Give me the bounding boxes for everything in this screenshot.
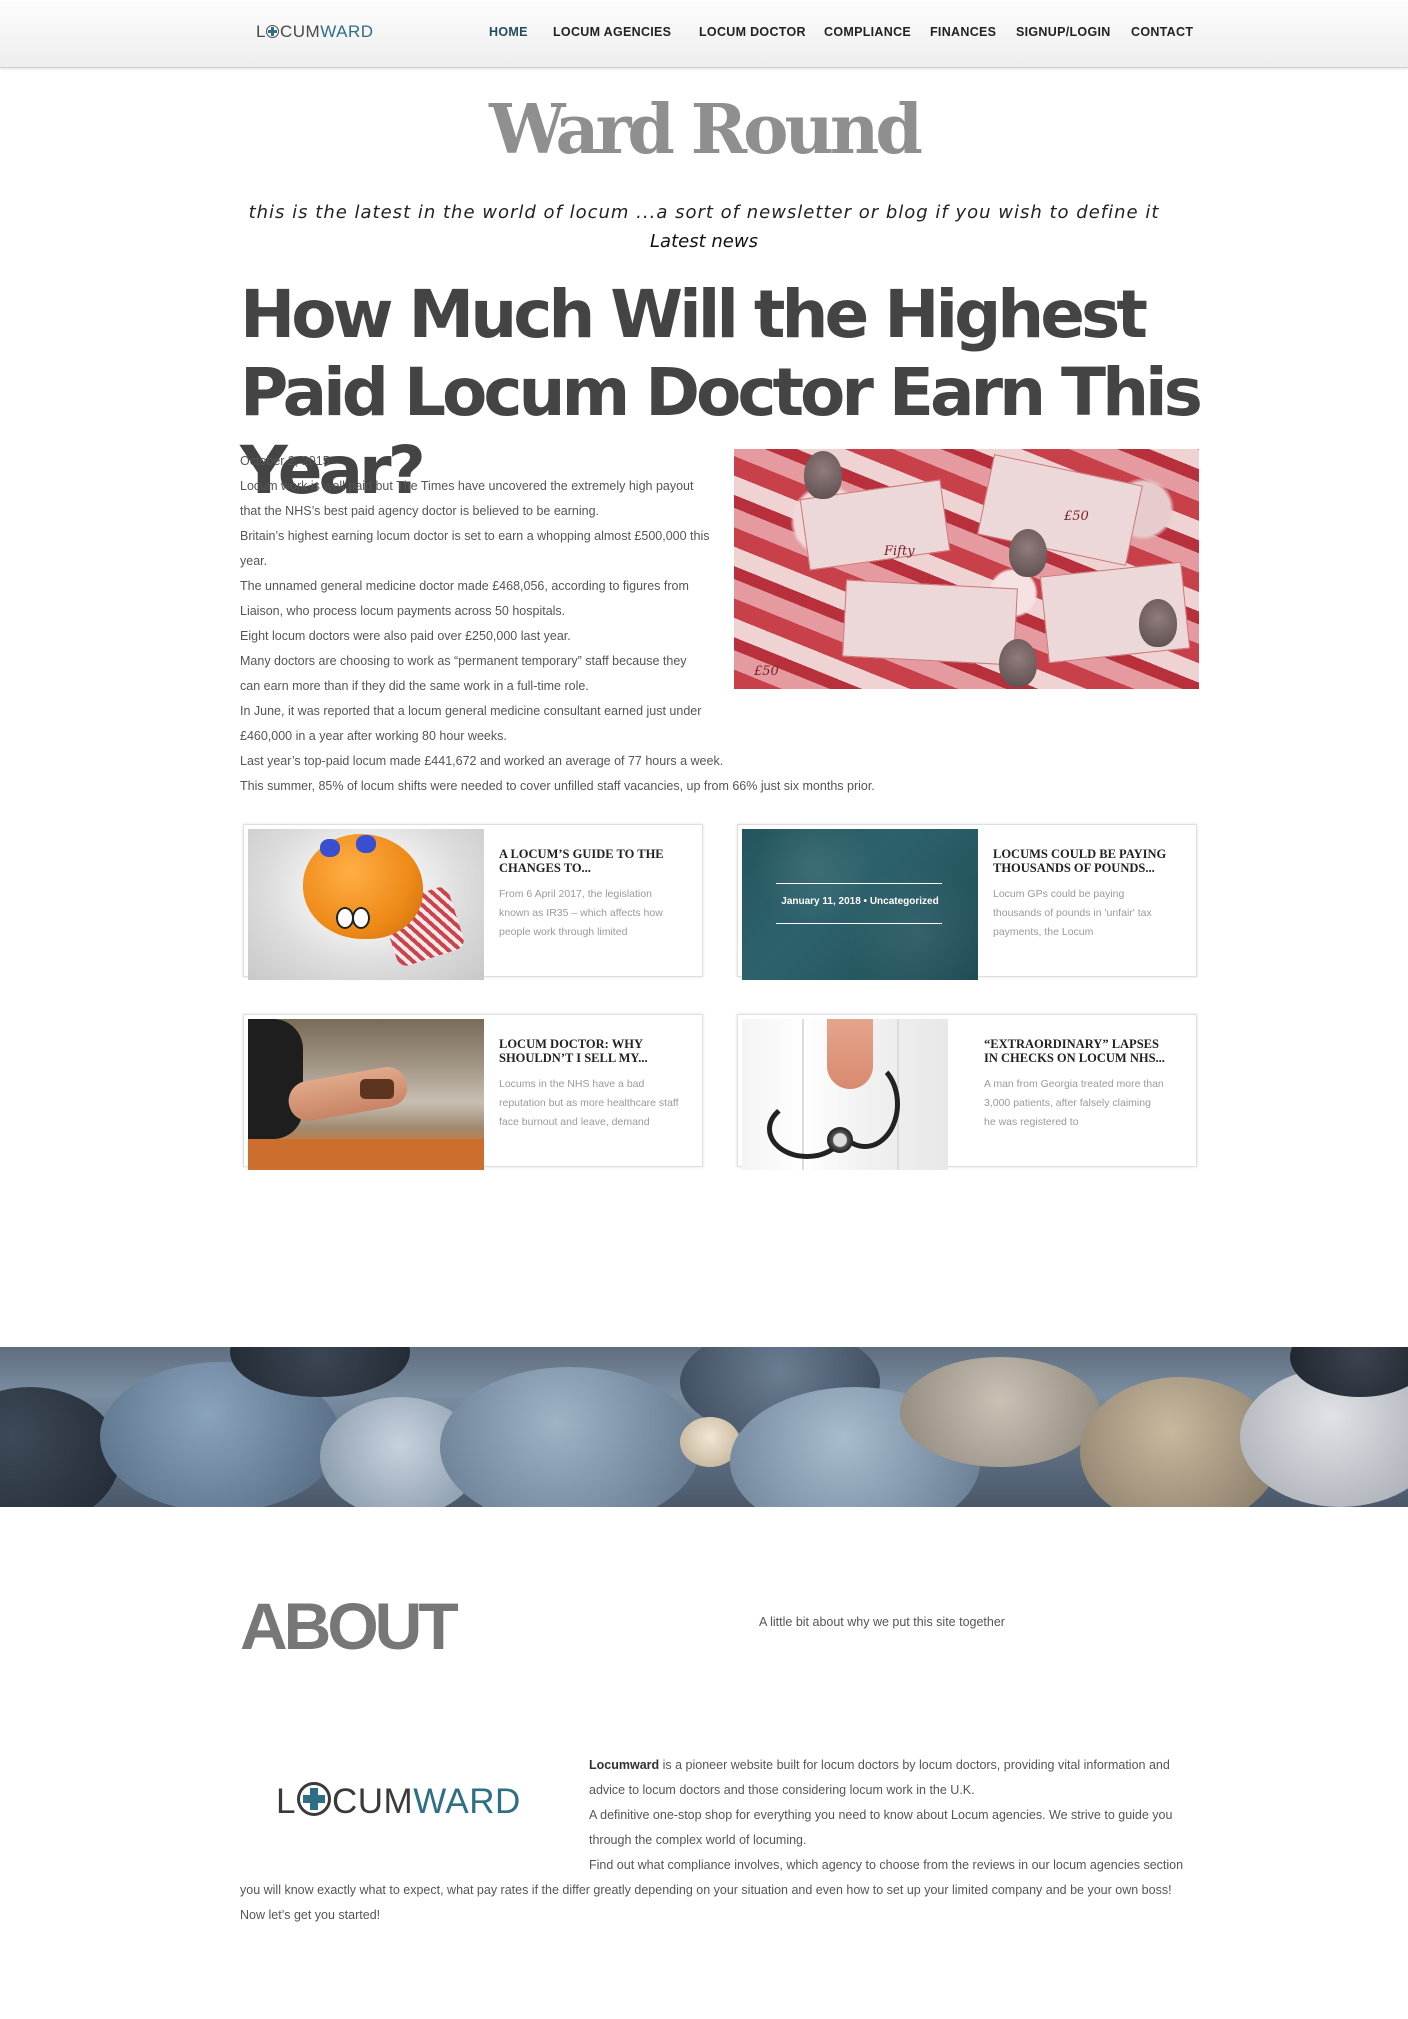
menu-item-finances[interactable]: FINANCES [930,25,996,39]
medical-cross-icon [266,25,280,38]
about-paragraph: A definitive one-stop shop for everythin… [589,1808,1173,1847]
blog-title: Ward Round [489,90,923,170]
logo-text-cum: CUM [279,22,321,41]
menu-item-signup-login[interactable]: SIGNUP/LOGIN [1016,25,1111,39]
blog-tagline: this is the latest in the world of locum… [248,202,1160,223]
about-text: Locumward is a pioneer website built for… [240,1753,1200,1928]
top-navbar: L CUMWARD HOME LOCUM AGENCIES LOCUM DOCTO… [0,0,1408,68]
menu-item-compliance[interactable]: COMPLIANCE [824,25,911,39]
article-paragraph: The unnamed general medicine doctor made… [240,579,689,618]
card-title[interactable]: LOCUMS COULD BE PAYING THOUSANDS OF POUN… [993,847,1183,875]
card-excerpt: A man from Georgia treated more than 3,0… [984,1078,1164,1128]
site-logo[interactable]: L CUMWARD [256,22,374,42]
post-card[interactable]: January 11, 2018 • Uncategorized LOCUMS … [737,824,1197,980]
article-paragraph: Eight locum doctors were also paid over … [240,629,571,643]
menu-item-locum-doctor[interactable]: LOCUM DOCTOR [699,25,806,39]
featured-thumbnail-overlay: January 11, 2018 • Uncategorized [742,829,978,980]
article-paragraph: Locum work is well paid but The Times ha… [240,479,694,518]
article-paragraph: Britain’s highest earning locum doctor i… [240,529,710,568]
post-card[interactable]: LOCUM DOCTOR: WHY SHOULDN’T I SELL MY...… [243,1014,703,1170]
logo-text-l: L [256,22,266,41]
article-paragraph: Last year’s top-paid locum made £441,672… [240,754,724,768]
about-paragraph-text: is a pioneer website built for locum doc… [589,1758,1170,1797]
menu-item-contact[interactable]: CONTACT [1131,25,1193,39]
latest-news-heading: Latest news [650,231,758,252]
pebbles-banner-image [0,1347,1408,1507]
about-paragraph: Find out what compliance involves, which… [240,1858,1184,1897]
card-title[interactable]: A LOCUM’S GUIDE TO THE CHANGES TO... [499,847,689,875]
menu-item-locum-agencies[interactable]: LOCUM AGENCIES [553,25,671,39]
card-excerpt: Locum GPs could be paying thousands of p… [993,888,1152,938]
about-paragraph: Now let’s get you started! [240,1908,381,1922]
card-title[interactable]: “EXTRAORDINARY” LAPSES IN CHECKS ON LOCU… [984,1037,1174,1065]
article-paragraph: In June, it was reported that a locum ge… [240,704,702,743]
post-card[interactable]: A LOCUM’S GUIDE TO THE CHANGES TO... Fro… [243,824,703,980]
logo-text-ward: WARD [320,22,374,41]
article-paragraph: This summer, 85% of locum shifts were ne… [240,779,875,793]
card-excerpt: From 6 April 2017, the legislation known… [499,888,663,938]
card-meta: January 11, 2018 • Uncategorized [781,896,939,907]
banknotes-image: Fifty £50 £50 [734,449,1199,689]
about-paragraph: Locumward is a pioneer website built for… [240,1753,1200,1803]
post-card[interactable]: “EXTRAORDINARY” LAPSES IN CHECKS ON LOCU… [737,1014,1197,1170]
about-title: ABOUT [240,1589,459,1663]
card-title[interactable]: LOCUM DOCTOR: WHY SHOULDN’T I SELL MY... [499,1037,689,1065]
piggy-bank-thumbnail [248,829,484,980]
stethoscope-thumbnail [742,1019,948,1170]
gavel-thumbnail [248,1019,484,1170]
article-paragraph: Many doctors are choosing to work as “pe… [240,654,687,693]
brand-name: Locumward [589,1758,660,1772]
menu-item-home[interactable]: HOME [489,25,528,39]
about-subtitle: A little bit about why we put this site … [759,1615,1005,1629]
card-excerpt: Locums in the NHS have a bad reputation … [499,1078,679,1128]
